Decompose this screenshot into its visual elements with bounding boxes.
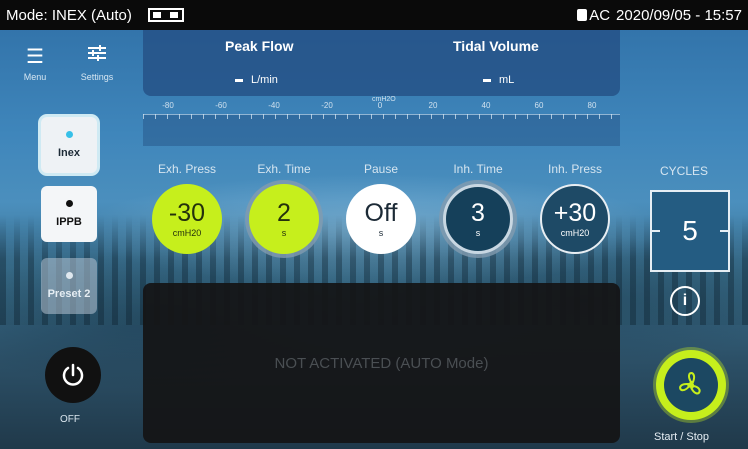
scale-tick-label: -60 bbox=[215, 101, 227, 110]
exh-time-dial[interactable]: 2 s bbox=[249, 184, 319, 254]
inh-press-value: +30 bbox=[553, 199, 597, 227]
exh-time-value: 2 bbox=[277, 199, 291, 227]
start-stop-label: Start / Stop bbox=[654, 431, 710, 443]
power-icon bbox=[62, 363, 84, 386]
tidal-volume-unit: mL bbox=[499, 74, 515, 86]
pause-dial[interactable]: Off s bbox=[346, 184, 416, 254]
scale-ticks bbox=[143, 114, 620, 119]
cycles-control[interactable]: 5 bbox=[650, 190, 730, 272]
power-button[interactable] bbox=[45, 347, 101, 403]
battery-icon bbox=[147, 8, 184, 22]
settings-button[interactable]: Settings bbox=[72, 42, 122, 82]
scale-tick-label: 40 bbox=[481, 101, 491, 110]
mode-ippb-label: IPPB bbox=[56, 216, 82, 228]
status-bar: Mode: INEX (Auto) AC 2020/09/05 - 15:57 bbox=[0, 0, 748, 30]
scale-tick-label: -40 bbox=[268, 101, 280, 110]
peak-flow-dash bbox=[235, 78, 243, 82]
cycles-tick bbox=[720, 230, 730, 232]
active-dot-icon bbox=[65, 131, 73, 138]
scale-tick-label: -80 bbox=[162, 101, 174, 110]
pressure-scale-bar bbox=[143, 114, 620, 146]
scale-tick-label: -20 bbox=[321, 101, 333, 110]
tidal-volume-value: mL bbox=[483, 74, 514, 86]
status-message: NOT ACTIVATED (AUTO Mode) bbox=[274, 354, 489, 372]
start-stop-inner bbox=[664, 358, 718, 412]
peak-flow-value: L/min bbox=[235, 74, 278, 86]
tidal-volume-label: Tidal Volume bbox=[453, 38, 539, 54]
mode-inex-label: Inex bbox=[57, 147, 80, 159]
exh-press-value: -30 bbox=[168, 199, 206, 227]
scale-numbers: -80 -60 -40 -20 0 20 40 60 80 bbox=[143, 101, 620, 115]
start-stop-button[interactable] bbox=[656, 350, 726, 420]
inh-time-dial[interactable]: 3 s bbox=[443, 184, 513, 254]
monitor-panel: Peak Flow L/min Tidal Volume mL bbox=[143, 30, 620, 96]
dot-icon bbox=[65, 200, 73, 207]
exh-time-unit: s bbox=[281, 228, 287, 238]
exh-press-label: Exh. Press bbox=[157, 162, 217, 176]
scale-tick-label: 20 bbox=[428, 101, 438, 110]
hamburger-icon: ☰ bbox=[26, 46, 44, 68]
exh-press-dial[interactable]: -30 cmH20 bbox=[152, 184, 222, 254]
mode-preset2-label: Preset 2 bbox=[47, 288, 91, 300]
peak-flow-label: Peak Flow bbox=[225, 38, 294, 54]
power-source: AC bbox=[589, 6, 611, 24]
inh-time-unit: s bbox=[475, 228, 481, 238]
cycles-value: 5 bbox=[682, 215, 698, 246]
mode-preset2-button[interactable]: Preset 2 bbox=[41, 258, 97, 314]
mode-inex-button[interactable]: Inex bbox=[41, 117, 97, 173]
inh-press-unit: cmH20 bbox=[560, 228, 590, 238]
tidal-volume-dash bbox=[483, 78, 491, 82]
pause-unit: s bbox=[378, 228, 384, 238]
mode-title: Mode: INEX (Auto) bbox=[6, 6, 132, 24]
scale-tick-label: 0 bbox=[377, 101, 383, 110]
cycles-label: CYCLES bbox=[660, 164, 709, 178]
scale-tick-label: 80 bbox=[587, 101, 597, 110]
dot-icon bbox=[65, 272, 73, 279]
main-display: NOT ACTIVATED (AUTO Mode) bbox=[143, 283, 620, 443]
cycles-tick bbox=[650, 230, 660, 232]
menu-button[interactable]: ☰ Menu bbox=[10, 42, 60, 82]
info-icon[interactable]: i bbox=[670, 286, 700, 316]
pause-value: Off bbox=[364, 199, 398, 227]
datetime: 2020/09/05 - 15:57 bbox=[616, 6, 742, 24]
exh-time-label: Exh. Time bbox=[257, 162, 311, 176]
scale-tick-label: 60 bbox=[534, 101, 544, 110]
plug-icon bbox=[577, 9, 588, 21]
inh-press-label: Inh. Press bbox=[547, 162, 603, 176]
sliders-icon bbox=[72, 42, 122, 72]
menu-label: Menu bbox=[23, 72, 47, 82]
settings-label: Settings bbox=[80, 72, 114, 82]
fan-icon bbox=[679, 372, 701, 395]
inh-time-value: 3 bbox=[471, 199, 485, 227]
status-right: AC 2020/09/05 - 15:57 bbox=[577, 7, 742, 24]
inh-time-label: Inh. Time bbox=[453, 162, 503, 176]
power-label: OFF bbox=[60, 414, 80, 425]
peak-flow-unit: L/min bbox=[251, 74, 278, 86]
pause-label: Pause bbox=[363, 162, 399, 176]
mode-ippb-button[interactable]: IPPB bbox=[41, 186, 97, 242]
exh-press-unit: cmH20 bbox=[172, 228, 202, 238]
inh-press-dial[interactable]: +30 cmH20 bbox=[540, 184, 610, 254]
